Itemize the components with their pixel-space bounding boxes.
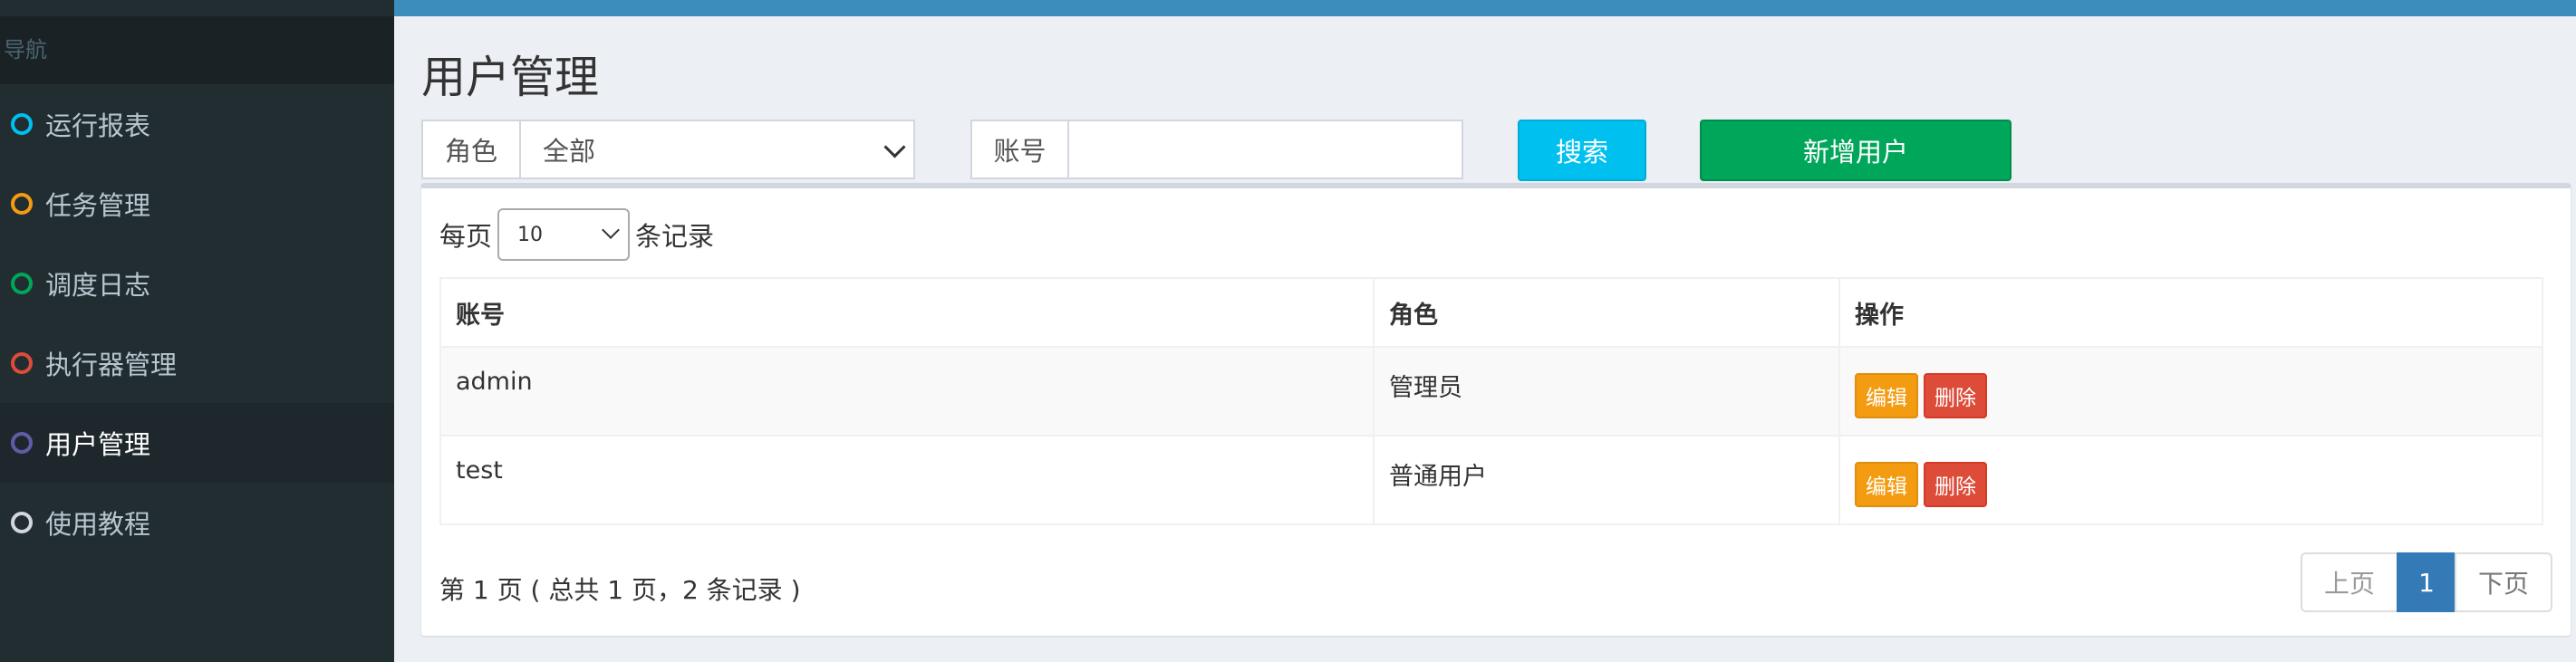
sidebar: 导航 运行报表 任务管理 调度日志 执行器管理 用户管理 使用教程 (0, 0, 394, 662)
column-header-role[interactable]: 角色 (1373, 277, 1840, 348)
sidebar-item-label: 使用教程 (45, 509, 151, 540)
sidebar-item-label: 执行器管理 (45, 350, 178, 380)
circle-icon (11, 432, 33, 454)
sidebar-header: 导航 (0, 16, 394, 84)
account-input[interactable] (1069, 121, 1462, 177)
page-length-suffix: 条记录 (635, 221, 715, 252)
cell-account: test (439, 435, 1375, 525)
pagination: 上页 1 下页 (2301, 552, 2552, 612)
role-select[interactable]: 全部 (521, 121, 913, 177)
circle-icon (11, 113, 33, 135)
column-header-actions[interactable]: 操作 (1838, 277, 2543, 348)
cell-role: 管理员 (1373, 346, 1840, 437)
circle-icon (11, 193, 33, 215)
chevron-down-icon (883, 136, 906, 158)
sidebar-item-jobs[interactable]: 任务管理 (0, 164, 394, 244)
table-row: admin 管理员 编辑 删除 (439, 346, 2543, 437)
main-content: 用户管理 角色 全部 账号 搜索 新增用户 每页 10 条记录 账号 角色 操作… (394, 16, 2576, 662)
role-filter: 角色 全部 (421, 120, 915, 179)
account-filter: 账号 (970, 120, 1463, 179)
page-length-control: 每页 10 条记录 (439, 208, 714, 261)
circle-icon (11, 352, 33, 374)
sidebar-item-users[interactable]: 用户管理 (0, 403, 394, 483)
page-length-value: 10 (517, 223, 544, 246)
page-1-button[interactable]: 1 (2397, 552, 2456, 612)
page-length-prefix: 每页 (439, 221, 493, 252)
table-info: 第 1 页 ( 总共 1 页，2 条记录 ) (439, 575, 801, 605)
cell-actions: 编辑 删除 (1838, 346, 2543, 437)
user-table-box: 每页 10 条记录 账号 角色 操作 admin 管理员 编辑 删除 test … (421, 183, 2571, 636)
role-filter-label: 角色 (423, 121, 521, 177)
circle-icon (11, 273, 33, 294)
edit-button[interactable]: 编辑 (1855, 373, 1918, 418)
delete-button[interactable]: 删除 (1924, 373, 1987, 418)
column-header-account[interactable]: 账号 (439, 277, 1375, 348)
delete-button[interactable]: 删除 (1924, 462, 1987, 507)
cell-role: 普通用户 (1373, 435, 1840, 525)
chevron-down-icon (602, 221, 620, 239)
sidebar-item-label: 任务管理 (45, 190, 151, 221)
page-length-select[interactable]: 10 (497, 208, 631, 261)
add-user-button[interactable]: 新增用户 (1700, 120, 2012, 181)
sidebar-item-logs[interactable]: 调度日志 (0, 244, 394, 323)
cell-account: admin (439, 346, 1375, 437)
sidebar-item-help[interactable]: 使用教程 (0, 483, 394, 562)
table-header-row: 账号 角色 操作 (439, 277, 2543, 348)
sidebar-item-label: 调度日志 (45, 270, 151, 301)
page-title: 用户管理 (421, 52, 600, 103)
circle-icon (11, 512, 33, 533)
table-row: test 普通用户 编辑 删除 (439, 435, 2543, 525)
next-page-button[interactable]: 下页 (2455, 552, 2552, 612)
sidebar-item-label: 用户管理 (45, 429, 151, 460)
prev-page-button[interactable]: 上页 (2301, 552, 2398, 612)
user-table: 账号 角色 操作 admin 管理员 编辑 删除 test 普通用户 编辑 删除 (439, 277, 2543, 525)
cell-actions: 编辑 删除 (1838, 435, 2543, 525)
sidebar-item-report[interactable]: 运行报表 (0, 84, 394, 164)
sidebar-item-label: 运行报表 (45, 110, 151, 141)
role-select-value: 全部 (543, 136, 596, 167)
edit-button[interactable]: 编辑 (1855, 462, 1918, 507)
account-filter-label: 账号 (972, 121, 1069, 177)
search-button[interactable]: 搜索 (1518, 120, 1646, 181)
sidebar-item-executors[interactable]: 执行器管理 (0, 323, 394, 403)
